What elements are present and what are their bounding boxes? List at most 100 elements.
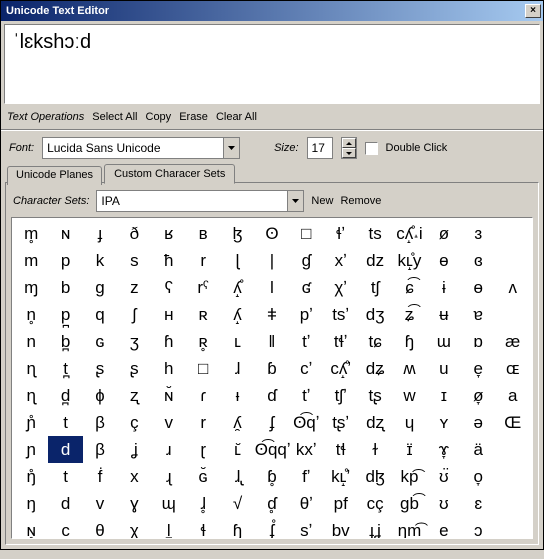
char-cell[interactable]: ʃ — [117, 301, 151, 328]
char-cell[interactable]: ʛ — [289, 274, 323, 301]
char-cell[interactable]: ħ — [152, 247, 186, 274]
char-cell[interactable]: ɺ̢ — [220, 463, 254, 490]
tab-unicode-planes[interactable]: Unicode Planes — [7, 166, 102, 185]
spinner-up[interactable] — [342, 138, 356, 148]
char-cell[interactable]: ɥ — [392, 409, 426, 436]
char-cell[interactable]: ɗ̥ — [255, 490, 289, 517]
size-field[interactable] — [307, 137, 333, 159]
char-cell[interactable]: χ — [117, 517, 151, 539]
char-cell[interactable]: | — [255, 247, 289, 274]
char-cell[interactable]: ɭ — [220, 247, 254, 274]
char-cell[interactable]: p̪ — [48, 301, 82, 328]
char-cell[interactable]: dz — [358, 247, 392, 274]
char-cell[interactable]: kp͡ — [392, 463, 426, 490]
char-cell[interactable]: ɧ — [392, 328, 426, 355]
char-cell[interactable]: dʐ — [358, 409, 392, 436]
char-cell[interactable]: q — [83, 301, 117, 328]
char-cell[interactable]: r — [186, 409, 220, 436]
char-cell[interactable]: ɗ — [255, 382, 289, 409]
char-cell[interactable]: a — [495, 382, 530, 409]
char-cell[interactable]: kʟ̝̊y — [392, 247, 426, 274]
char-cell[interactable]: ɔ — [461, 517, 495, 539]
select-all-button[interactable]: Select All — [92, 111, 137, 123]
new-button[interactable]: New — [311, 195, 333, 207]
char-cell[interactable]: ʎ̝̊ — [220, 274, 254, 301]
char-cell[interactable]: ɧ — [220, 517, 254, 539]
char-cell[interactable]: ʀ̥ — [186, 328, 220, 355]
char-cell[interactable]: cʎ̝̊ʼ — [324, 355, 358, 382]
char-cell[interactable]: fʼ — [289, 463, 323, 490]
char-cell[interactable]: ŋ̊ — [14, 463, 48, 490]
char-cell[interactable]: ʂ — [117, 355, 151, 382]
erase-button[interactable]: Erase — [179, 111, 208, 123]
close-button[interactable]: × — [525, 4, 541, 18]
char-cell[interactable]: ɬʼ — [324, 220, 358, 247]
font-combo[interactable] — [42, 137, 240, 159]
char-cell[interactable]: ʘ — [255, 220, 289, 247]
char-cell[interactable]: ʜ — [152, 301, 186, 328]
char-cell[interactable]: ɕ͡ — [392, 274, 426, 301]
char-cell[interactable]: ɤ̞ — [427, 436, 461, 463]
char-cell[interactable]: □ — [289, 220, 323, 247]
char-cell[interactable]: xʼ — [324, 247, 358, 274]
char-cell[interactable]: d — [48, 490, 82, 517]
char-cell[interactable]: ɓ — [255, 355, 289, 382]
char-cell[interactable]: ä — [461, 436, 495, 463]
char-cell[interactable]: ø̞ — [461, 382, 495, 409]
char-cell[interactable]: k — [83, 247, 117, 274]
char-cell[interactable]: e̞ — [461, 355, 495, 382]
char-cell[interactable]: p — [48, 247, 82, 274]
text-editor[interactable]: ˈlɛkshɔːd — [4, 24, 540, 104]
char-cell[interactable]: ɱ — [14, 274, 48, 301]
char-cell[interactable]: d̪ — [48, 382, 82, 409]
char-cell[interactable]: tɬ — [324, 436, 358, 463]
char-cell[interactable]: ɨ — [427, 274, 461, 301]
char-cell[interactable]: ɦ — [152, 328, 186, 355]
char-cell[interactable]: ḟ — [83, 463, 117, 490]
copy-button[interactable]: Copy — [146, 111, 172, 123]
char-cell[interactable]: n — [14, 328, 48, 355]
char-cell[interactable]: ø — [427, 220, 461, 247]
char-cell[interactable]: ç — [117, 409, 151, 436]
char-cell[interactable]: m — [14, 247, 48, 274]
char-cell[interactable]: h — [152, 355, 186, 382]
char-cell[interactable]: dɮ — [358, 463, 392, 490]
char-cell[interactable]: kxʼ — [289, 436, 323, 463]
char-cell[interactable]: n̥ — [14, 301, 48, 328]
char-cell[interactable]: ʊ̈ — [427, 463, 461, 490]
char-cell[interactable]: ɢ̆ — [186, 463, 220, 490]
char-cell[interactable]: β — [83, 409, 117, 436]
char-cell[interactable]: ɲ̊ — [14, 409, 48, 436]
char-cell[interactable]: tʂʼ — [324, 409, 358, 436]
char-cell[interactable]: ɓ̥ — [255, 463, 289, 490]
char-cell[interactable]: ʄ̊ — [255, 517, 289, 539]
char-cell[interactable]: ə — [461, 409, 495, 436]
char-cell[interactable]: bv — [324, 517, 358, 539]
char-cell[interactable]: rˤ — [186, 274, 220, 301]
char-cell[interactable]: ʏ — [427, 409, 461, 436]
char-cell[interactable]: tsʼ — [324, 301, 358, 328]
char-cell[interactable]: ɴ̥ — [14, 517, 48, 539]
char-cell[interactable]: tʼ — [289, 328, 323, 355]
char-cell[interactable]: ɟʝ — [358, 517, 392, 539]
char-cell[interactable]: ʌ — [495, 274, 530, 301]
char-cell[interactable]: ts — [358, 220, 392, 247]
char-cell[interactable]: ɰ — [152, 490, 186, 517]
char-cell[interactable]: □ — [186, 355, 220, 382]
char-cell[interactable]: ʎ̯ — [220, 409, 254, 436]
char-cell[interactable]: ɛ — [461, 490, 495, 517]
char-cell[interactable]: ʙ — [186, 220, 220, 247]
character-grid[interactable]: m̥ɴɟðʁʙɮʘ□ɬʼtscʎ̝̊˔iøɜmpksħrɭ|ɠxʼdzkʟ̝̊y… — [11, 217, 533, 539]
char-cell[interactable]: θ — [83, 517, 117, 539]
char-cell[interactable]: Œ — [495, 409, 530, 436]
char-cell[interactable]: ʟ — [220, 328, 254, 355]
char-cell[interactable]: ɺ — [220, 355, 254, 382]
char-cell[interactable]: ɜ — [461, 220, 495, 247]
char-cell[interactable]: ɵ — [427, 247, 461, 274]
char-cell[interactable]: ʂ — [83, 355, 117, 382]
char-cell[interactable]: ɽ — [186, 436, 220, 463]
char-cell[interactable]: ɺ̥ — [186, 490, 220, 517]
char-cell[interactable]: pʼ — [289, 301, 323, 328]
char-cell[interactable]: ʒ — [117, 328, 151, 355]
char-cell[interactable]: tʃʼ — [324, 382, 358, 409]
